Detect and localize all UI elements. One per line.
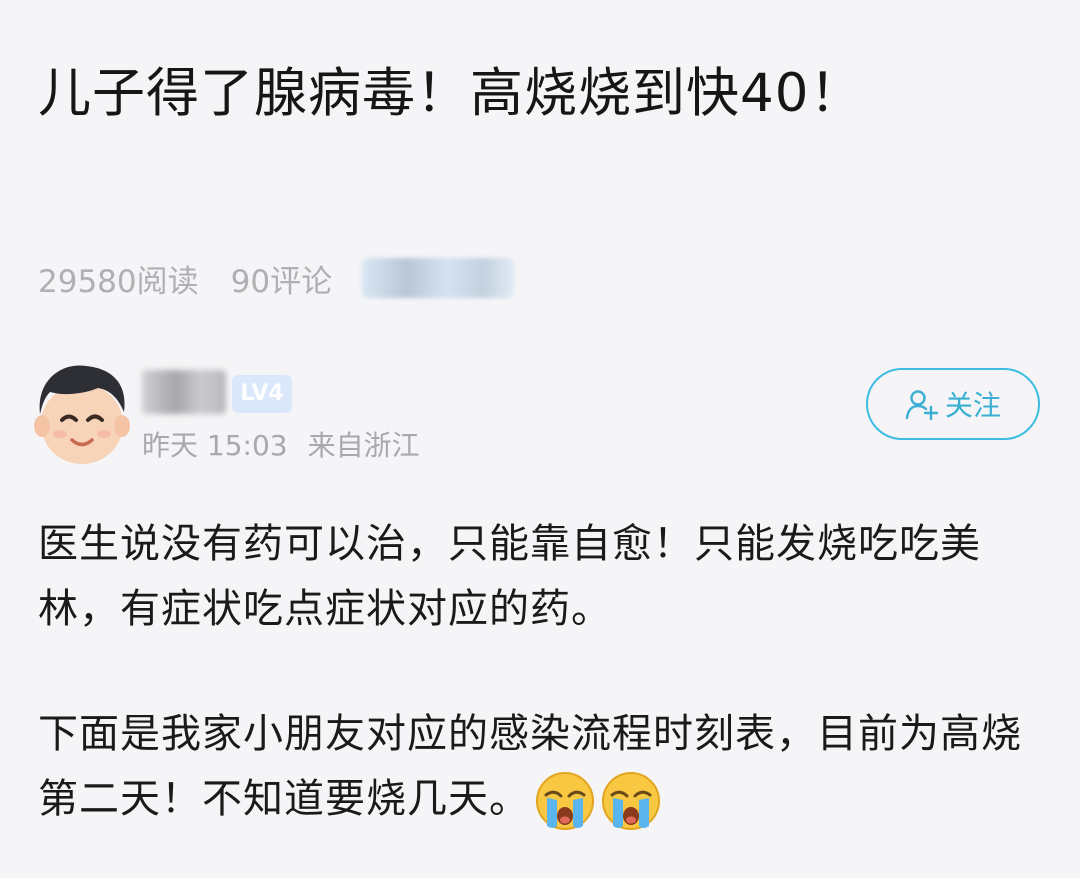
post-paragraph-1: 医生说没有药可以治，只能靠自愈！只能发烧吃吃美林，有症状吃点症状对应的药。: [38, 521, 981, 632]
blurred-topic-tag[interactable]: [362, 258, 515, 298]
user-level-badge: LV4: [232, 375, 292, 413]
loudly-crying-face-icon: [536, 772, 594, 830]
post-meta: 昨天 15:03 来自浙江: [142, 424, 420, 464]
post-time: 昨天 15:03: [142, 429, 288, 462]
read-count: 29580阅读: [38, 263, 199, 300]
blurred-username[interactable]: [142, 370, 226, 414]
post-title: 儿子得了腺病毒！高烧烧到快40！: [38, 63, 864, 124]
avatar[interactable]: [34, 362, 130, 466]
avatar-face-icon: [34, 365, 130, 464]
follow-label: 关注: [944, 390, 1001, 421]
author-row: LV4 昨天 15:03 来自浙江 关注: [34, 356, 1046, 468]
follow-button[interactable]: 关注: [866, 368, 1040, 440]
post-location: 来自浙江: [307, 429, 420, 462]
post-paragraph-2-text: 下面是我家小朋友对应的感染流程时刻表，目前为高烧第二天！不知道要烧几天。: [38, 711, 1022, 822]
post-stats: 29580阅读 90评论: [38, 254, 515, 302]
comment-count[interactable]: 90评论: [231, 256, 332, 301]
loudly-crying-face-icon: [602, 772, 660, 830]
add-user-icon: [905, 390, 939, 421]
post-paragraph-2: 下面是我家小朋友对应的感染流程时刻表，目前为高烧第二天！不知道要烧几天。: [38, 702, 1048, 832]
